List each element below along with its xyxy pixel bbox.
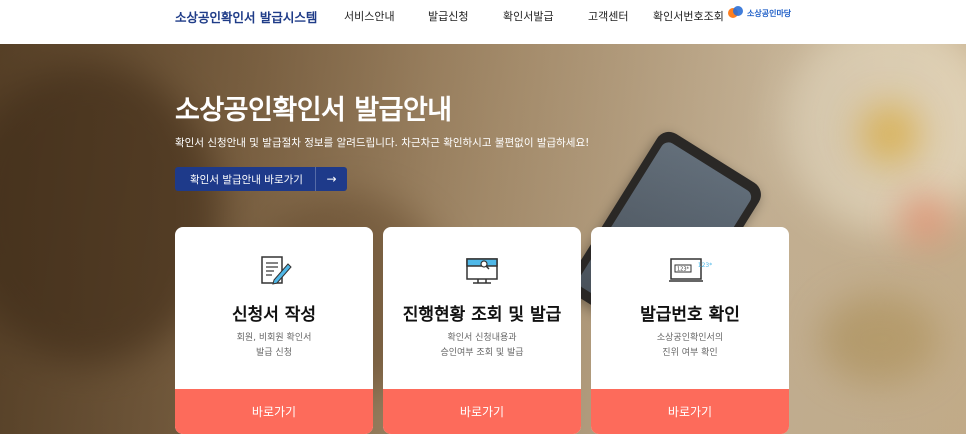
top-navigation-bar: 소상공인확인서 발급시스템 서비스안내 발급신청 확인서발급 고객센터 확인서번…: [0, 0, 966, 44]
nav-apply[interactable]: 발급신청: [428, 8, 468, 24]
nav-customer-center[interactable]: 고객센터: [588, 8, 628, 24]
guide-shortcut-button[interactable]: 확인서 발급안내 바로가기 →: [175, 167, 347, 191]
guide-shortcut-label: 확인서 발급안내 바로가기: [190, 173, 303, 186]
card-go-button[interactable]: 바로가기: [383, 389, 581, 434]
partner-logo-text: 소상공인마당: [747, 8, 792, 18]
card-title: 진행현황 조회 및 발급: [402, 305, 562, 325]
nav-certificate-issue[interactable]: 확인서발급: [503, 8, 554, 24]
hero-title: 소상공인확인서 발급안내: [175, 95, 452, 126]
site-brand[interactable]: 소상공인확인서 발급시스템: [175, 7, 317, 26]
svg-text:123*: 123*: [698, 262, 712, 269]
card-title: 발급번호 확인: [640, 305, 740, 325]
card-desc-line: 진위 여부 확인: [662, 348, 718, 358]
nav-service-info[interactable]: 서비스안내: [344, 8, 395, 24]
number-screen-icon: 123* 123*: [669, 258, 712, 282]
arrow-right-icon: →: [326, 172, 337, 186]
card-description: 확인서 신청내용과 승인여부 조회 및 발급: [383, 331, 581, 361]
card-issue-number-check: 123* 123* 발급번호 확인 소상공인확인서의 진위 여부 확인 바로가기: [591, 227, 789, 434]
svg-text:123*: 123*: [677, 267, 690, 273]
card-desc-line: 회원, 비회원 확인서: [236, 333, 312, 343]
card-description: 소상공인확인서의 진위 여부 확인: [591, 331, 789, 361]
monitor-search-icon: [466, 258, 498, 284]
nav-number-lookup[interactable]: 확인서번호조회: [653, 8, 724, 24]
hero-subtitle: 확인서 신청안내 및 발급절차 정보를 알려드립니다. 차근차근 확인하시고 불…: [175, 137, 590, 149]
partner-logo-icon: [728, 6, 744, 20]
hero-banner: 소상공인확인서 발급안내 확인서 신청안내 및 발급절차 정보를 알려드립니다.…: [0, 44, 966, 434]
card-description: 회원, 비회원 확인서 발급 신청: [175, 331, 373, 361]
card-desc-line: 승인여부 조회 및 발급: [440, 348, 524, 358]
card-desc-line: 확인서 신청내용과: [447, 333, 517, 343]
card-title: 신청서 작성: [231, 305, 317, 325]
card-desc-line: 소상공인확인서의: [656, 333, 724, 343]
document-pen-icon: [261, 256, 292, 285]
card-go-button[interactable]: 바로가기: [591, 389, 789, 434]
card-desc-line: 발급 신청: [256, 348, 292, 358]
card-application-form: 신청서 작성 회원, 비회원 확인서 발급 신청 바로가기: [175, 227, 373, 434]
partner-logo-link[interactable]: 소상공인마당: [728, 6, 791, 20]
card-progress-status: 진행현황 조회 및 발급 확인서 신청내용과 승인여부 조회 및 발급 바로가기: [383, 227, 581, 434]
card-go-button[interactable]: 바로가기: [175, 389, 373, 434]
